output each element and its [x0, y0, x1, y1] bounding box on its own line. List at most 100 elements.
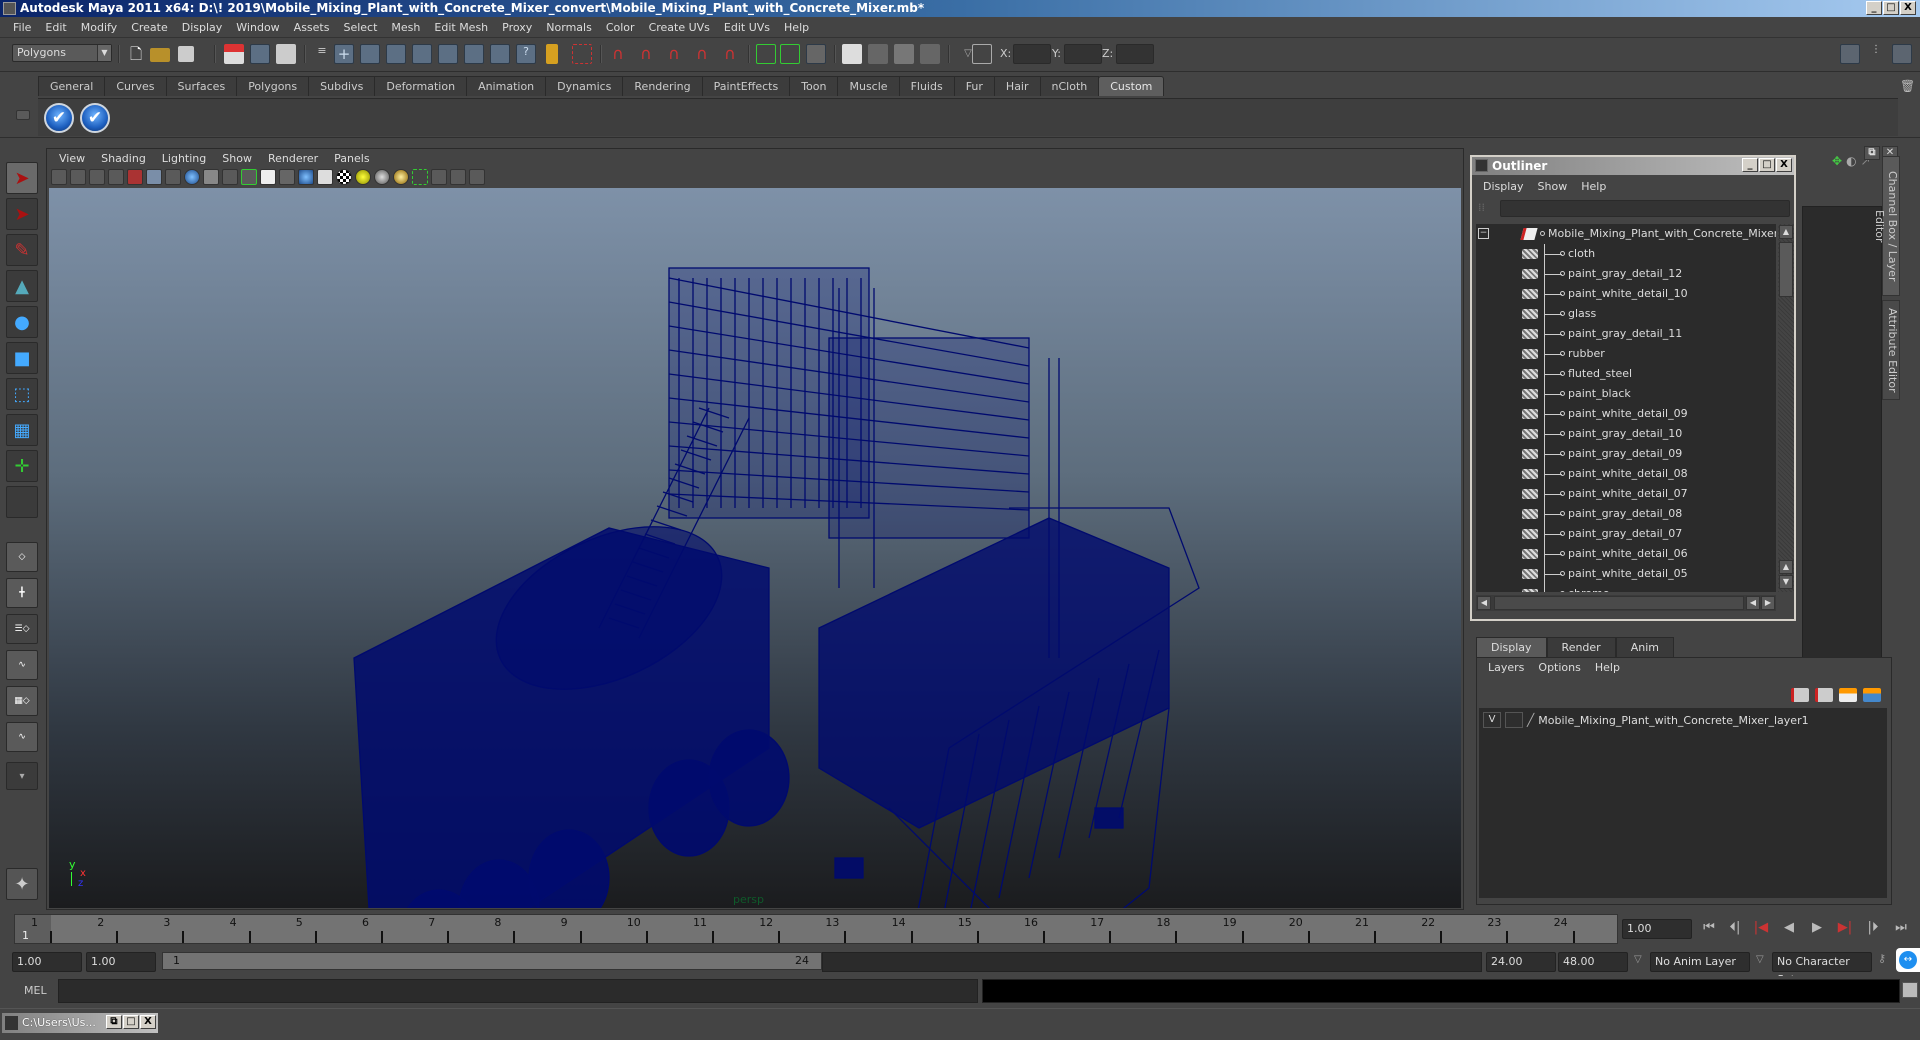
layer-menu-layers[interactable]: Layers: [1481, 661, 1531, 674]
render-current-frame-icon[interactable]: [868, 44, 888, 64]
collapse-icon[interactable]: −: [1478, 228, 1489, 239]
menu-color[interactable]: Color: [599, 21, 642, 34]
panel-menu-show[interactable]: Show: [214, 152, 260, 165]
shelf-tab-curves[interactable]: Curves: [104, 76, 167, 96]
shelf-tab-subdivs[interactable]: Subdivs: [308, 76, 376, 96]
menu-edit-mesh[interactable]: Edit Mesh: [427, 21, 495, 34]
gate-mask-icon[interactable]: [203, 169, 219, 185]
select-by-component-icon[interactable]: [276, 44, 296, 64]
scroll-right-icon[interactable]: ▶: [1761, 596, 1775, 610]
shelf-tab-fluids[interactable]: Fluids: [898, 76, 955, 96]
shelf-tab-polygons[interactable]: Polygons: [236, 76, 310, 96]
tab-display[interactable]: Display: [1476, 637, 1547, 657]
select-joints-icon[interactable]: [360, 44, 380, 64]
select-surfaces-icon[interactable]: [412, 44, 432, 64]
move-tool-icon[interactable]: ▲: [6, 270, 38, 302]
tab-render[interactable]: Render: [1546, 637, 1616, 657]
select-by-hierarchy-icon[interactable]: [224, 44, 244, 64]
step-back-frame-button[interactable]: ⏴|: [1724, 920, 1746, 938]
menu-proxy[interactable]: Proxy: [495, 21, 539, 34]
select-handles-icon[interactable]: +: [334, 44, 354, 64]
lock-selection-icon[interactable]: [546, 44, 558, 64]
snap-live-icon[interactable]: ∩: [720, 44, 740, 64]
menu-create-uvs[interactable]: Create UVs: [642, 21, 717, 34]
menu-mesh[interactable]: Mesh: [384, 21, 427, 34]
select-dynamics-icon[interactable]: [464, 44, 484, 64]
menu-display[interactable]: Display: [175, 21, 230, 34]
key-icon[interactable]: ⚷: [1878, 952, 1886, 965]
shelf-tab-ncloth[interactable]: nCloth: [1039, 76, 1100, 96]
shadows-icon[interactable]: [374, 169, 390, 185]
layer-visibility-toggle[interactable]: V: [1483, 712, 1501, 728]
outliner-horizontal-scrollbar[interactable]: ◀ ◀ ▶: [1476, 595, 1776, 611]
tab-anim[interactable]: Anim: [1615, 637, 1674, 657]
outliner-list[interactable]: − Mobile_Mixing_Plant_with_Concrete_Mixe…: [1476, 224, 1776, 592]
step-back-key-button[interactable]: |◀: [1750, 920, 1772, 938]
menu-edit-uvs[interactable]: Edit UVs: [717, 21, 777, 34]
last-tool-slot[interactable]: [6, 486, 38, 518]
select-deformations-icon[interactable]: [438, 44, 458, 64]
play-forwards-button[interactable]: ▶: [1806, 920, 1828, 938]
shelf-tab-surfaces[interactable]: Surfaces: [165, 76, 238, 96]
shelf-tab-general[interactable]: General: [38, 76, 106, 96]
ipr-render-icon[interactable]: [894, 44, 914, 64]
scroll-up-icon[interactable]: ▲: [1779, 225, 1793, 239]
scrollbar-thumb[interactable]: [1494, 596, 1744, 610]
outliner-filter-input[interactable]: [1500, 200, 1790, 217]
minimized-window[interactable]: C:\Users\Us... ⧉ □ X: [2, 1013, 158, 1033]
outliner-menu-help[interactable]: Help: [1574, 180, 1613, 193]
shelf-tab-toon[interactable]: Toon: [789, 76, 839, 96]
image-plane-icon[interactable]: [108, 169, 124, 185]
shelf-tab-muscle[interactable]: Muscle: [837, 76, 900, 96]
universal-manipulator-icon[interactable]: ⬚: [6, 378, 38, 410]
minimize-button[interactable]: _: [1866, 1, 1882, 15]
panel-menu-shading[interactable]: Shading: [93, 152, 154, 165]
layer-display-type-toggle[interactable]: [1505, 712, 1523, 728]
persp-graph-hypergraph-layout-icon[interactable]: ∿: [6, 722, 38, 752]
play-backwards-button[interactable]: ◀: [1778, 920, 1800, 938]
playback-start-field[interactable]: 1.00: [86, 952, 156, 972]
bookmarks-icon[interactable]: [89, 169, 105, 185]
scroll-up-icon[interactable]: ▲: [1779, 560, 1793, 574]
command-input[interactable]: [58, 979, 978, 1003]
render-settings-icon[interactable]: [920, 44, 940, 64]
move-layer-up-icon[interactable]: [1791, 688, 1809, 702]
tool-settings-icon[interactable]: ⋮: [1866, 44, 1886, 64]
smooth-shade-icon[interactable]: [298, 169, 314, 185]
shelf-tab-rendering[interactable]: Rendering: [622, 76, 703, 96]
outliner-title-bar[interactable]: Outliner _ □ X: [1472, 157, 1794, 175]
select-curves-icon[interactable]: [386, 44, 406, 64]
snap-view-plane-icon[interactable]: ∩: [692, 44, 712, 64]
scale-tool-icon[interactable]: ■: [6, 342, 38, 374]
output-ops-icon[interactable]: [780, 44, 800, 64]
wireframe-on-shaded-icon[interactable]: [317, 169, 333, 185]
absolute-transform-icon[interactable]: [972, 44, 992, 64]
resolution-gate-icon[interactable]: [184, 169, 200, 185]
snap-curve-icon[interactable]: ∩: [636, 44, 656, 64]
menu-window[interactable]: Window: [229, 21, 286, 34]
step-forward-key-button[interactable]: ▶|: [1834, 920, 1856, 938]
construction-history-icon[interactable]: [806, 44, 826, 64]
shelf-tab-deformation[interactable]: Deformation: [374, 76, 468, 96]
outliner-menu-show[interactable]: Show: [1531, 180, 1575, 193]
layer-row[interactable]: V ╱ Mobile_Mixing_Plant_with_Concrete_Mi…: [1483, 710, 1809, 730]
tab-channel-box-layer-editor[interactable]: Channel Box / Layer Editor: [1873, 156, 1900, 296]
tab-attribute-editor[interactable]: Attribute Editor: [1882, 300, 1900, 400]
menu-help[interactable]: Help: [777, 21, 816, 34]
rotate-tool-icon[interactable]: ●: [6, 306, 38, 338]
animation-end-field[interactable]: 48.00: [1558, 952, 1628, 972]
safe-action-icon[interactable]: [241, 169, 257, 185]
character-set-dropdown-icon[interactable]: ▽: [1756, 954, 1764, 965]
custom-shelf-button-1[interactable]: ✔: [44, 103, 74, 133]
create-empty-layer-icon[interactable]: [1839, 688, 1857, 702]
close-button[interactable]: X: [1900, 1, 1916, 15]
step-forward-frame-button[interactable]: |⏵: [1862, 920, 1884, 938]
move-layer-down-icon[interactable]: [1815, 688, 1833, 702]
input-ops-icon[interactable]: [756, 44, 776, 64]
2d-pan-zoom-icon[interactable]: [127, 169, 143, 185]
menu-create[interactable]: Create: [124, 21, 175, 34]
hypershade-persp-layout-icon[interactable]: ▦◇: [6, 686, 38, 716]
shelf-tab-dynamics[interactable]: Dynamics: [545, 76, 624, 96]
select-tool-icon[interactable]: ➤: [6, 162, 38, 194]
shelf-menu-icon[interactable]: [16, 110, 30, 120]
